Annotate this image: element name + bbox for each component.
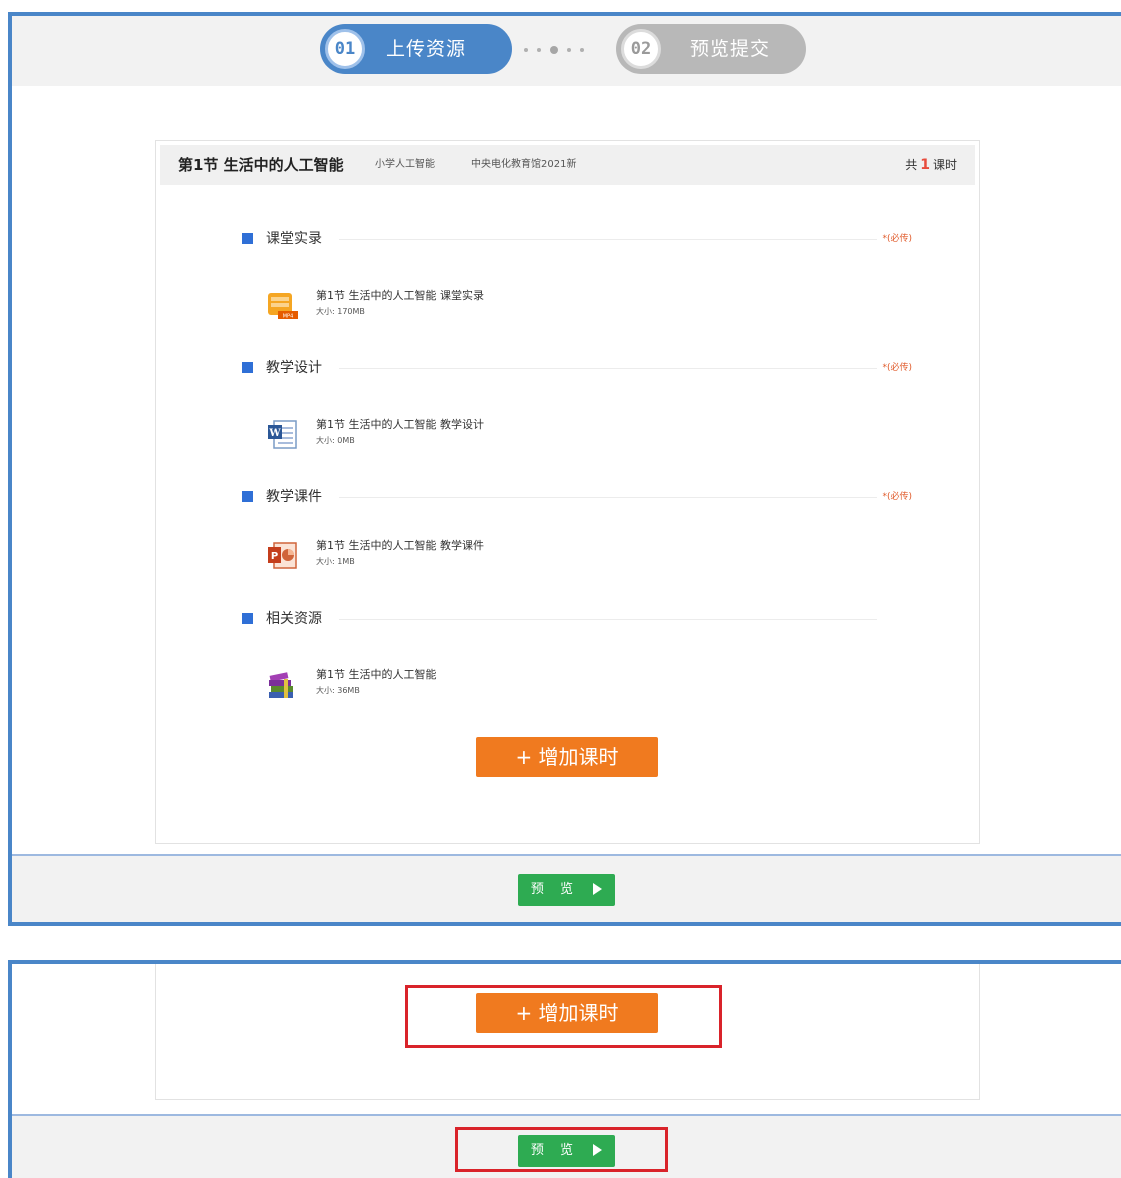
required-label: *(必传) (882, 363, 912, 373)
file-name: 第1节 生活中的人工智能 教学课件 (316, 539, 484, 552)
add-lesson-highlight-box (405, 985, 722, 1048)
preview-button-label: 预 览 (530, 882, 580, 897)
lesson-subject: 小学人工智能 (375, 159, 435, 170)
section-related-resources: 相关资源 (242, 609, 912, 629)
required-label: *(必传) (882, 234, 912, 244)
add-lesson-button[interactable]: + 增加课时 (476, 737, 658, 777)
required-label: *(必传) (882, 492, 912, 502)
section-teaching-courseware: 教学课件 *(必传) (242, 487, 912, 507)
file-size: 大小: 1MB (316, 557, 355, 566)
section-title: 教学课件 (266, 489, 322, 505)
step-label: 上传资源 (386, 38, 467, 60)
section-title: 相关资源 (266, 611, 322, 627)
section-marker (242, 613, 253, 624)
archive-books-icon (269, 672, 293, 698)
file-name: 第1节 生活中的人工智能 教学设计 (316, 418, 484, 431)
lesson-publisher: 中央电化教育馆2021新 (471, 159, 577, 170)
step-label: 预览提交 (690, 38, 771, 60)
file-name: 第1节 生活中的人工智能 (316, 668, 437, 681)
upload-resources-panel: 01 上传资源 02 预览提交 第1节 生活中的人工智能 小学人工智能 中央电化… (8, 12, 1121, 926)
file-item[interactable]: W 第1节 生活中的人工智能 教学设计 大小: 0MB (266, 416, 666, 456)
section-marker (242, 491, 253, 502)
step-connector-dots (524, 46, 584, 54)
word-document-icon: W (268, 420, 297, 449)
step-number: 02 (621, 29, 661, 69)
play-arrow-icon (593, 882, 603, 895)
lesson-title: 第1节 生活中的人工智能 (178, 156, 344, 174)
svg-text:W: W (268, 428, 281, 439)
file-size: 大小: 170MB (316, 307, 365, 316)
step-upload-resources[interactable]: 01 上传资源 (320, 24, 512, 74)
step-preview-submit[interactable]: 02 预览提交 (616, 24, 806, 74)
file-size: 大小: 36MB (316, 686, 360, 695)
file-name: 第1节 生活中的人工智能 课堂实录 (316, 289, 484, 302)
svg-text:MP4: MP4 (283, 314, 294, 320)
step-number: 01 (325, 29, 365, 69)
section-marker (242, 362, 253, 373)
section-divider (339, 497, 877, 498)
lesson-card: 第1节 生活中的人工智能 小学人工智能 中央电化教育馆2021新 共 1 课时 课堂… (155, 140, 980, 844)
section-divider (339, 619, 877, 620)
file-item[interactable]: 第1节 生活中的人工智能 大小: 36MB (266, 666, 666, 706)
mp4-video-icon: MP4 (268, 293, 298, 320)
section-divider (339, 239, 877, 240)
preview-button[interactable]: 预 览 (518, 874, 615, 906)
powerpoint-icon: P (268, 542, 297, 569)
section-title: 教学设计 (266, 360, 322, 376)
preview-highlight-box (455, 1127, 668, 1172)
lesson-count-number: 1 (920, 157, 930, 173)
section-title: 课堂实录 (266, 231, 322, 247)
svg-text:P: P (271, 551, 278, 562)
stepper: 01 上传资源 02 预览提交 (12, 16, 1121, 86)
lesson-header: 第1节 生活中的人工智能 小学人工智能 中央电化教育馆2021新 共 1 课时 (160, 145, 975, 185)
file-item[interactable]: MP4 第1节 生活中的人工智能 课堂实录 大小: 170MB (266, 287, 666, 327)
footer-bar: 预 览 (12, 856, 1121, 922)
section-marker (242, 233, 253, 244)
lesson-count: 共 1 课时 (905, 157, 957, 173)
zoomed-detail-panel: + 增加课时 预 览 (8, 960, 1121, 1178)
file-item[interactable]: P 第1节 生活中的人工智能 教学课件 大小: 1MB (266, 537, 666, 577)
section-classroom-recording: 课堂实录 *(必传) (242, 229, 912, 249)
section-divider (339, 368, 877, 369)
section-teaching-design: 教学设计 *(必传) (242, 358, 912, 378)
file-size: 大小: 0MB (316, 436, 355, 445)
